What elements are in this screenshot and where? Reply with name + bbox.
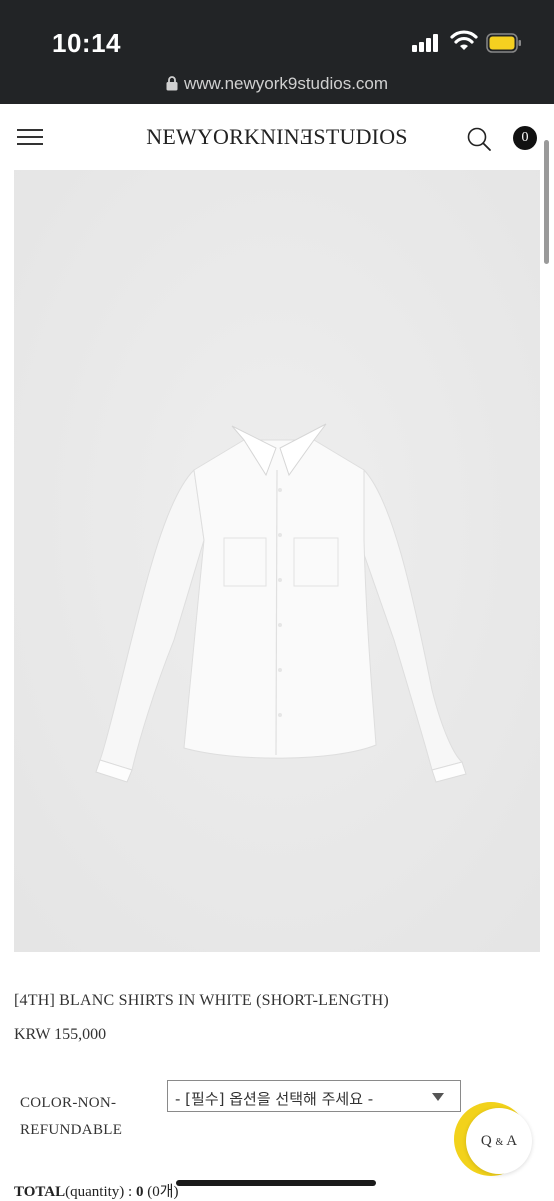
- status-time: 10:14: [52, 28, 121, 58]
- product-price: KRW 155,000: [14, 1026, 107, 1043]
- color-option-select[interactable]: - [필수] 옵션을 선택해 주세요 -: [167, 1080, 461, 1112]
- option-label-line1: COLOR-NON-: [20, 1095, 117, 1111]
- search-icon[interactable]: [466, 126, 492, 152]
- shirt-illustration: [14, 170, 540, 952]
- cellular-signal-icon: [412, 34, 442, 52]
- wifi-icon: [450, 30, 478, 50]
- select-value: - [필수] 옵션을 선택해 주세요 -: [175, 1090, 374, 1108]
- qa-q: Q: [480, 1133, 492, 1149]
- address-bar[interactable]: www.newyork9studios.com: [0, 74, 554, 94]
- total-count: (0개): [143, 1184, 179, 1200]
- home-indicator[interactable]: [176, 1180, 376, 1186]
- total-summary: TOTAL(quantity) : 0 (0개): [14, 1180, 179, 1201]
- page-scrollbar[interactable]: [544, 140, 549, 264]
- product-image[interactable]: [14, 170, 540, 952]
- total-label: TOTAL: [14, 1184, 66, 1200]
- battery-icon: [486, 33, 521, 53]
- dropdown-arrow-icon: [432, 1093, 444, 1101]
- qa-a: A: [506, 1133, 518, 1149]
- status-bar: 10:14 www.newyork9studios.com: [0, 0, 554, 104]
- qa-button[interactable]: Q & A: [466, 1108, 532, 1174]
- lock-icon: [166, 76, 178, 91]
- option-label-line2: REFUNDABLE: [20, 1122, 123, 1138]
- option-label: COLOR-NON- REFUNDABLE: [20, 1090, 150, 1144]
- total-quantity-label: (quantity) :: [65, 1184, 136, 1200]
- qa-amp: &: [495, 1137, 504, 1148]
- url-text: www.newyork9studios.com: [183, 74, 389, 93]
- product-name: [4TH] BLANC SHIRTS IN WHITE (SHORT-LENGT…: [14, 992, 389, 1009]
- cart-count-badge[interactable]: 0: [513, 126, 537, 150]
